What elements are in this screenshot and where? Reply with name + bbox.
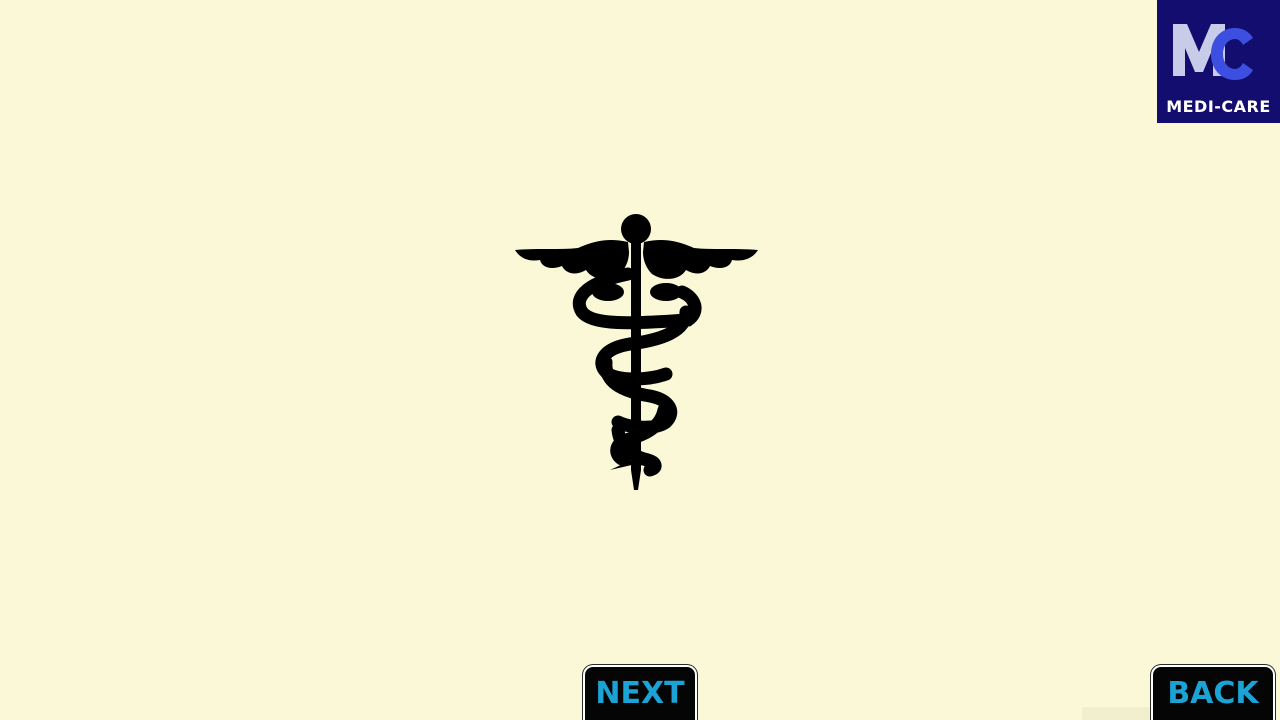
logo-label: MEDI-CARE [1166,97,1271,116]
slide-page: MEDI-CARE NEXT BACK [0,0,1280,720]
medi-care-logo: MEDI-CARE [1157,0,1280,123]
caduceus-icon [515,214,758,490]
next-button[interactable]: NEXT [583,665,697,720]
back-button[interactable]: BACK [1151,665,1275,720]
corner-decoration [1082,707,1150,720]
